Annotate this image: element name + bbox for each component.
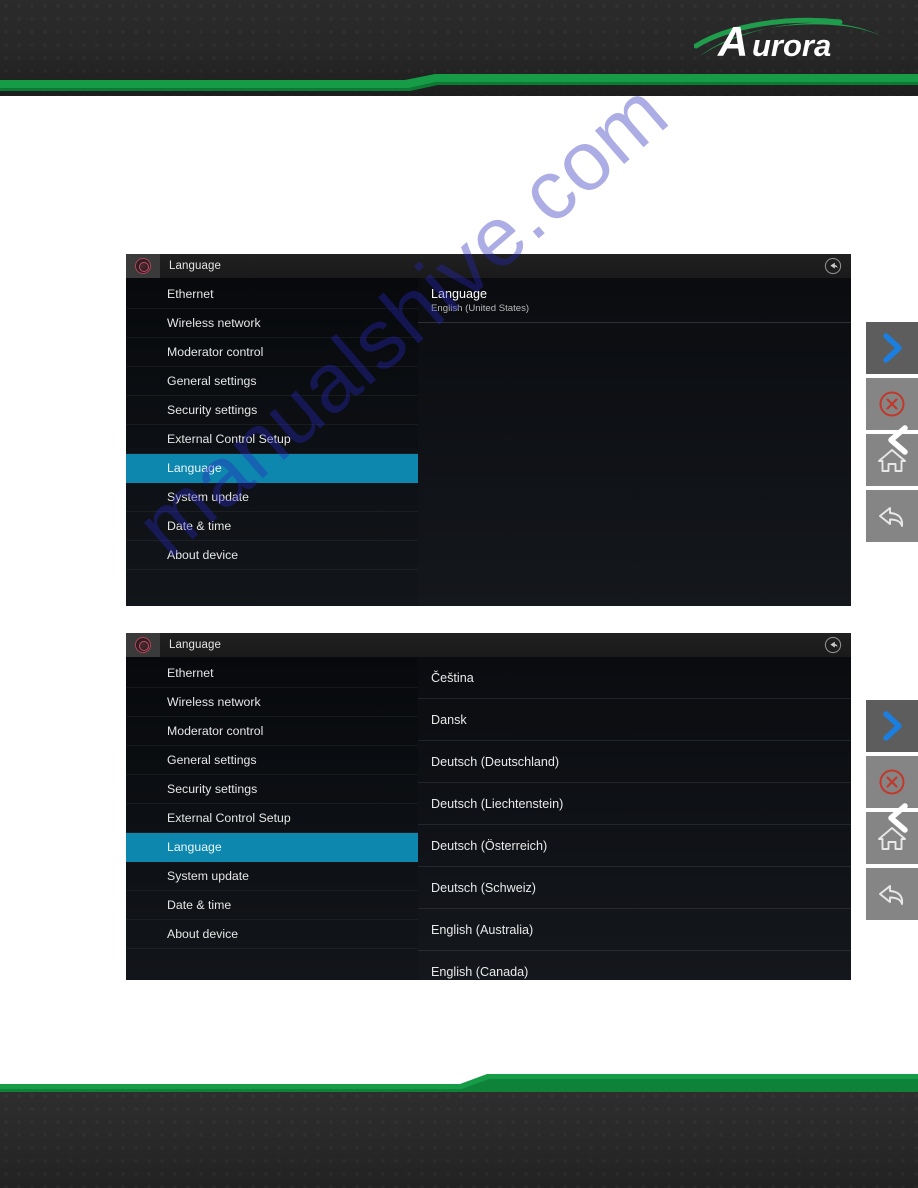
page-header: A urora bbox=[0, 0, 918, 96]
footer-body bbox=[0, 1090, 918, 1188]
panel-content: Čeština Dansk Deutsch (Deutschland) Deutsch… bbox=[418, 657, 851, 980]
sidebar-item-label: System update bbox=[167, 869, 250, 883]
sidebar-item-label: System update bbox=[167, 490, 250, 504]
sidebar-item-label: Wireless network bbox=[167, 316, 261, 330]
sidebar-item-label: External Control Setup bbox=[167, 811, 291, 825]
sidebar-item-ethernet[interactable]: Ethernet bbox=[126, 280, 418, 309]
next-chevron-button[interactable] bbox=[866, 700, 918, 752]
home-button[interactable] bbox=[866, 803, 918, 864]
language-option-list: Čeština Dansk Deutsch (Deutschland) Deutsch… bbox=[418, 657, 851, 980]
overlay-button-stack bbox=[866, 700, 918, 924]
back-button[interactable] bbox=[866, 868, 918, 920]
sidebar-item-label: Ethernet bbox=[167, 287, 214, 301]
sidebar-item-date-time[interactable]: Date & time bbox=[126, 891, 418, 920]
sidebar-item-system-update[interactable]: System update bbox=[126, 483, 418, 512]
panel-body: Ethernet Wireless network Moderator contro… bbox=[126, 278, 851, 606]
sidebar-item-label: About device bbox=[167, 927, 239, 941]
settings-sidebar: Ethernet Wireless network Moderator contro… bbox=[126, 278, 418, 606]
page-root: A urora manualshive.com Language Etherne… bbox=[0, 0, 918, 1188]
app-badge-icon-box bbox=[126, 633, 160, 657]
sidebar-item-label: Moderator control bbox=[167, 345, 264, 359]
panel-title: Language bbox=[169, 639, 221, 651]
footer-green-stripe bbox=[0, 1070, 918, 1094]
sidebar-item-label: About device bbox=[167, 548, 239, 562]
sidebar-item-label: Date & time bbox=[167, 898, 232, 912]
settings-sidebar: Ethernet Wireless network Moderator contro… bbox=[126, 657, 418, 980]
chevron-right-icon bbox=[883, 333, 902, 363]
page-footer bbox=[0, 1070, 918, 1188]
sidebar-item-security-settings[interactable]: Security settings bbox=[126, 775, 418, 804]
language-option-row[interactable]: Dansk bbox=[418, 699, 851, 741]
sidebar-item-external-control-setup[interactable]: External Control Setup bbox=[126, 425, 418, 454]
sidebar-item-label: Moderator control bbox=[167, 724, 264, 738]
chevron-left-icon bbox=[888, 425, 908, 455]
sidebar-item-label: Language bbox=[167, 840, 222, 854]
sidebar-item-about-device[interactable]: About device bbox=[126, 541, 418, 570]
sidebar-item-wireless-network[interactable]: Wireless network bbox=[126, 309, 418, 338]
panel-content: Language English (United States) bbox=[418, 278, 851, 606]
app-badge-icon bbox=[135, 637, 151, 653]
sidebar-item-security-settings[interactable]: Security settings bbox=[126, 396, 418, 425]
sidebar-item-date-time[interactable]: Date & time bbox=[126, 512, 418, 541]
panel-body: Ethernet Wireless network Moderator contro… bbox=[126, 657, 851, 980]
close-circle-icon bbox=[879, 769, 905, 795]
sidebar-item-label: Ethernet bbox=[167, 666, 214, 680]
back-arrow-icon bbox=[879, 507, 904, 527]
sidebar-item-label: Wireless network bbox=[167, 695, 261, 709]
back-button[interactable] bbox=[866, 490, 918, 542]
language-option-row[interactable]: Deutsch (Schweiz) bbox=[418, 867, 851, 909]
panel-titlebar: Language bbox=[126, 254, 851, 278]
language-summary-row[interactable]: Language English (United States) bbox=[418, 278, 851, 323]
language-option-row[interactable]: English (Australia) bbox=[418, 909, 851, 951]
sidebar-item-label: Security settings bbox=[167, 403, 258, 417]
close-circle-icon bbox=[879, 391, 905, 417]
sidebar-item-system-update[interactable]: System update bbox=[126, 862, 418, 891]
sidebar-item-general-settings[interactable]: General settings bbox=[126, 367, 418, 396]
svg-text:A: A bbox=[717, 18, 748, 65]
language-summary-title: Language bbox=[431, 287, 488, 301]
sidebar-item-wireless-network[interactable]: Wireless network bbox=[126, 688, 418, 717]
next-chevron-button[interactable] bbox=[866, 322, 918, 374]
sidebar-item-external-control-setup[interactable]: External Control Setup bbox=[126, 804, 418, 833]
sidebar-item-label: General settings bbox=[167, 753, 257, 767]
panel-titlebar: Language bbox=[126, 633, 851, 657]
sidebar-item-ethernet[interactable]: Ethernet bbox=[126, 659, 418, 688]
sidebar-item-general-settings[interactable]: General settings bbox=[126, 746, 418, 775]
sidebar-item-label: Date & time bbox=[167, 519, 232, 533]
circular-back-arrow-icon[interactable] bbox=[824, 257, 842, 275]
settings-panel-language-list: Language Ethernet Wireless network Moderat… bbox=[126, 633, 851, 980]
overlay-button-stack bbox=[866, 322, 918, 546]
sidebar-item-language[interactable]: Language bbox=[126, 833, 418, 862]
language-summary-value: English (United States) bbox=[431, 303, 530, 314]
sidebar-item-about-device[interactable]: About device bbox=[126, 920, 418, 949]
language-option-row[interactable]: English (Canada) bbox=[418, 951, 851, 980]
chevron-left-icon bbox=[888, 803, 908, 833]
sidebar-item-moderator-control[interactable]: Moderator control bbox=[126, 717, 418, 746]
sidebar-item-label: External Control Setup bbox=[167, 432, 291, 446]
sidebar-item-label: General settings bbox=[167, 374, 257, 388]
sidebar-item-label: Security settings bbox=[167, 782, 258, 796]
svg-text:urora: urora bbox=[752, 28, 831, 63]
circular-back-arrow-icon[interactable] bbox=[824, 636, 842, 654]
back-arrow-icon bbox=[879, 885, 904, 905]
language-option-row[interactable]: Čeština bbox=[418, 657, 851, 699]
sidebar-item-moderator-control[interactable]: Moderator control bbox=[126, 338, 418, 367]
chevron-right-icon bbox=[883, 711, 902, 741]
sidebar-item-label: Language bbox=[167, 461, 222, 475]
settings-panel-language-summary: Language Ethernet Wireless network Moderat… bbox=[126, 254, 851, 606]
language-option-row[interactable]: Deutsch (Deutschland) bbox=[418, 741, 851, 783]
language-option-row[interactable]: Deutsch (Österreich) bbox=[418, 825, 851, 867]
sidebar-item-language[interactable]: Language bbox=[126, 454, 418, 483]
app-badge-icon-box bbox=[126, 254, 160, 278]
aurora-logo: A urora bbox=[694, 12, 894, 70]
language-option-row[interactable]: Deutsch (Liechtenstein) bbox=[418, 783, 851, 825]
header-green-stripe bbox=[0, 74, 918, 96]
panel-title: Language bbox=[169, 260, 221, 272]
app-badge-icon bbox=[135, 258, 151, 274]
home-button[interactable] bbox=[866, 425, 918, 486]
